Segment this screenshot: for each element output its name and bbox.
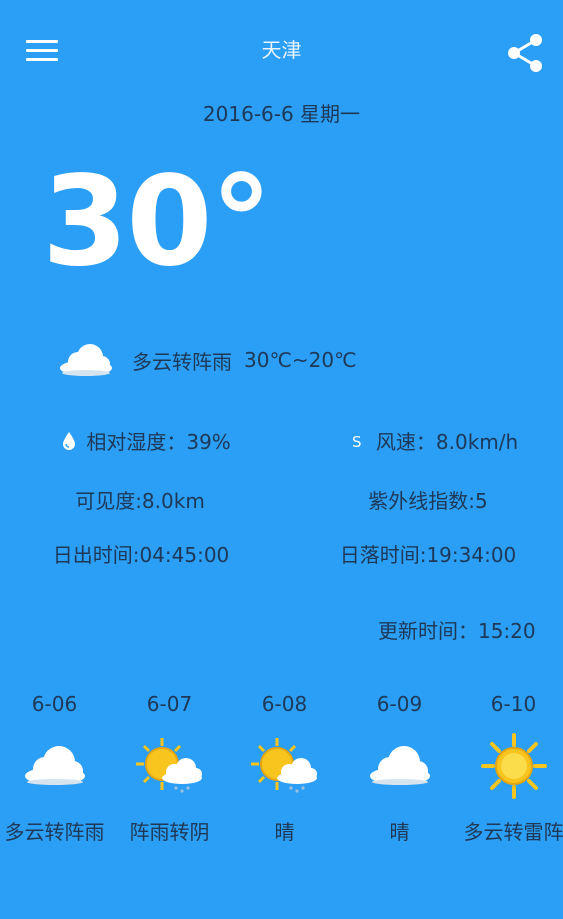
wind-info: S 风速：8.0km/h: [352, 426, 518, 455]
forecast-condition: 阵雨转阴: [129, 820, 210, 844]
current-temp-range: 30℃~20℃: [244, 348, 357, 372]
share-button[interactable]: [504, 30, 548, 76]
forecast-date: 6-07: [146, 692, 193, 716]
date-label: 2016-6-6 星期一: [202, 102, 361, 126]
humidity-info: 相对湿度：39%: [62, 426, 231, 455]
forecast-condition: 晴: [274, 820, 295, 844]
current-condition-row: 多云转阵雨 30℃~20℃: [58, 335, 357, 385]
forecast-day: 6-09 晴: [342, 692, 457, 845]
current-condition-text: 多云转阵雨: [132, 349, 232, 374]
cloud-icon: [60, 344, 112, 376]
humidity-label: 相对湿度：39%: [86, 430, 231, 454]
city-title: 天津: [261, 38, 302, 62]
visibility-label: 可见度:8.0km: [75, 489, 205, 513]
water-drop-icon: [63, 432, 75, 450]
forecast-date: 6-06: [31, 692, 78, 716]
sun-cloud-rain-icon: [250, 738, 317, 793]
uv-index-label: 紫外线指数:5: [368, 489, 488, 513]
forecast-date: 6-08: [261, 692, 308, 716]
sunset-label: 日落时间:19:34:00: [339, 543, 517, 567]
update-time-label: 更新时间：15:20: [378, 619, 536, 643]
forecast-condition: 晴: [389, 820, 410, 844]
forecast-date: 6-09: [376, 692, 423, 716]
forecast-day: 6-06 多云转阵雨: [0, 692, 112, 845]
current-temperature: 30°: [42, 150, 273, 294]
share-icon: [508, 34, 542, 72]
forecast-condition: 多云转雷阵: [463, 820, 563, 844]
sun-icon: [480, 733, 547, 799]
sunrise-label: 日出时间:04:45:00: [52, 543, 230, 567]
forecast-day: 6-07 阵雨转阴: [112, 692, 227, 845]
app-header: 天津: [0, 0, 563, 100]
forecast-condition: 多云转阵雨: [4, 820, 105, 844]
wind-label: 风速：8.0km/h: [375, 430, 519, 454]
cloud-icon: [24, 746, 85, 785]
forecast-date: 6-10: [490, 692, 537, 716]
sun-cloud-rain-icon: [135, 738, 202, 793]
wind-icon: S: [352, 433, 362, 451]
forecast-day: 6-10 多云转雷阵: [456, 692, 563, 845]
cloud-icon: [369, 746, 430, 785]
forecast-day: 6-08 晴: [227, 692, 342, 845]
